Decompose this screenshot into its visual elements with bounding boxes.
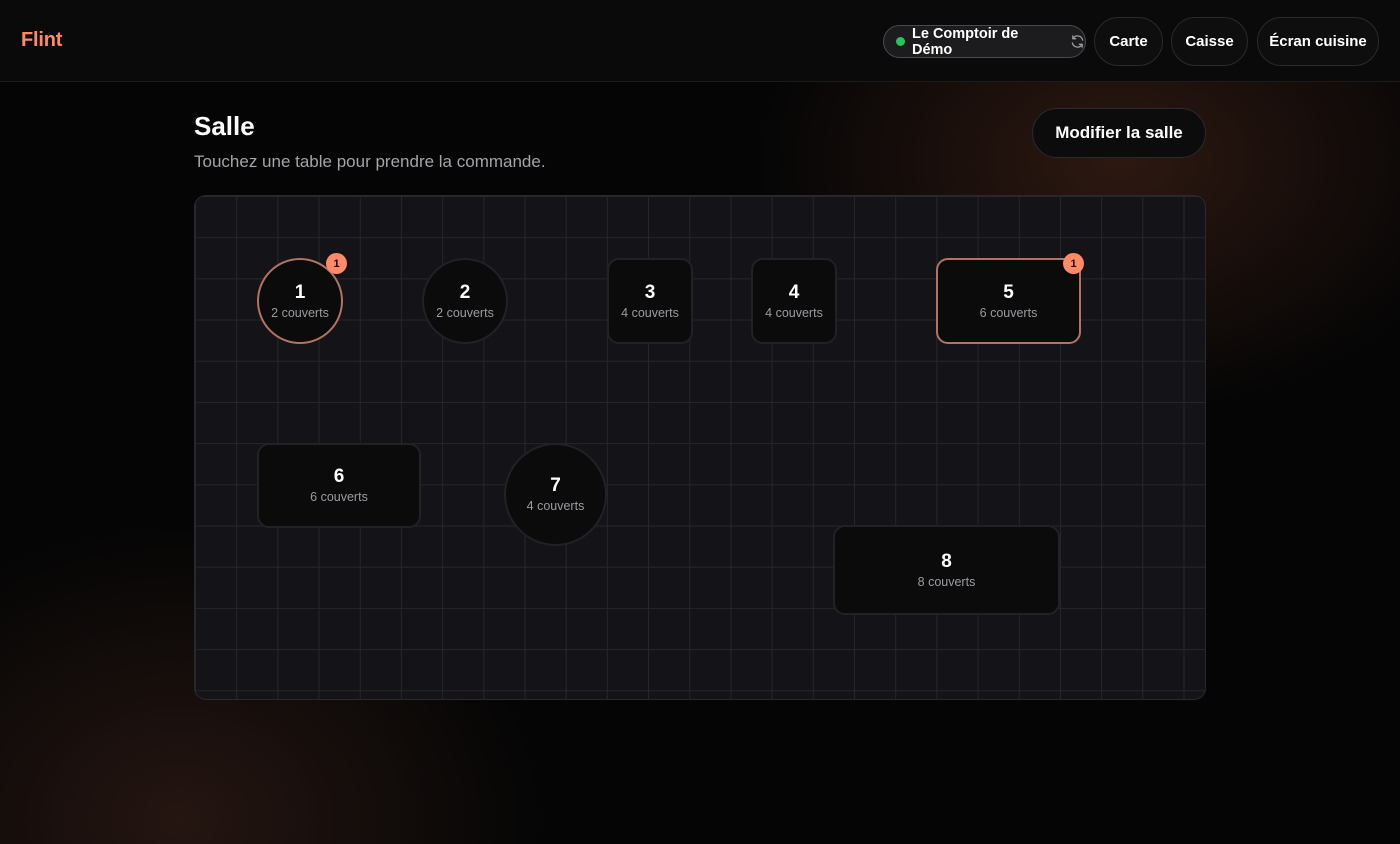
- table-seats: 4 couverts: [765, 305, 823, 320]
- nav-carte-button[interactable]: Carte: [1094, 17, 1163, 66]
- table-7[interactable]: 7 4 couverts: [504, 443, 607, 546]
- edit-floor-button[interactable]: Modifier la salle: [1032, 108, 1206, 158]
- brand-logo[interactable]: Flint: [21, 29, 62, 52]
- refresh-icon[interactable]: [1070, 34, 1085, 49]
- table-number: 5: [1003, 281, 1014, 303]
- table-number: 2: [459, 281, 471, 303]
- table-number: 1: [294, 281, 306, 303]
- table-3[interactable]: 3 4 couverts: [607, 258, 693, 344]
- table-seats: 4 couverts: [526, 499, 585, 513]
- table-seats: 4 couverts: [621, 305, 679, 320]
- table-seats: 2 couverts: [436, 305, 494, 320]
- table-6[interactable]: 6 6 couverts: [257, 443, 421, 528]
- page-title: Salle: [194, 111, 255, 141]
- table-2[interactable]: 2 2 couverts: [422, 258, 508, 344]
- table-seats: 6 couverts: [979, 305, 1038, 320]
- table-seats: 2 couverts: [271, 305, 329, 320]
- nav-caisse-button[interactable]: Caisse: [1171, 17, 1248, 66]
- page-subtitle: Touchez une table pour prendre la comman…: [194, 152, 546, 171]
- table-number: 7: [550, 475, 561, 496]
- nav-kitchen-screen-button[interactable]: Écran cuisine: [1257, 17, 1379, 66]
- table-seats: 6 couverts: [310, 490, 368, 504]
- venue-selector[interactable]: Le Comptoir de Démo: [883, 25, 1086, 58]
- table-number: 6: [333, 466, 345, 487]
- venue-name: Le Comptoir de Démo: [912, 25, 1019, 58]
- table-5[interactable]: 5 6 couverts: [936, 258, 1081, 344]
- table-number: 8: [941, 550, 952, 572]
- online-status-dot: [896, 37, 905, 46]
- top-bar: Flint Le Comptoir de Démo Carte Caisse É…: [0, 0, 1400, 82]
- order-count-badge: 1: [1063, 253, 1084, 274]
- app-page: Flint Le Comptoir de Démo Carte Caisse É…: [0, 0, 1400, 844]
- order-count-badge: 1: [326, 253, 347, 274]
- table-seats: 8 couverts: [917, 574, 976, 589]
- table-number: 3: [644, 281, 656, 303]
- table-8[interactable]: 8 8 couverts: [833, 525, 1060, 615]
- table-number: 4: [788, 281, 800, 303]
- table-4[interactable]: 4 4 couverts: [751, 258, 837, 344]
- floor-plan: 1 2 couverts 1 2 2 couverts 3 4 couverts…: [194, 195, 1206, 700]
